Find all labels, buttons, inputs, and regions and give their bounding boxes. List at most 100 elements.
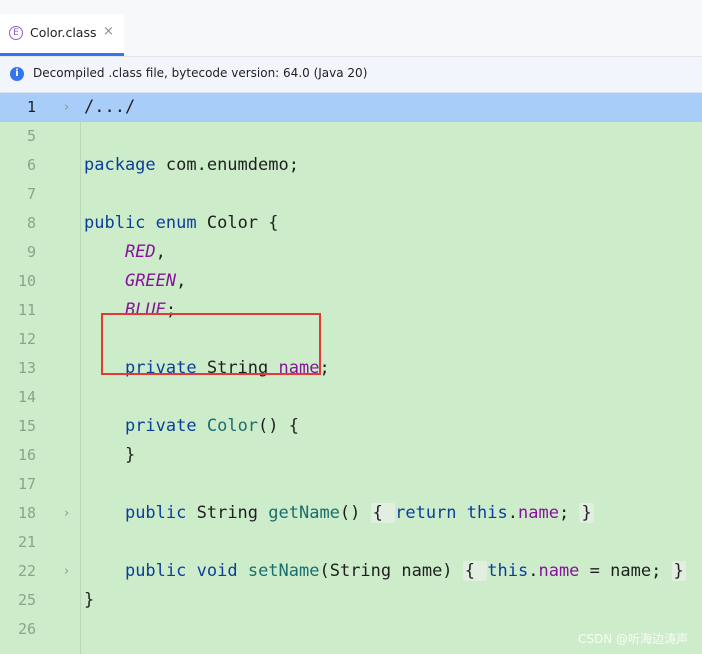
code-token: void [196,561,238,581]
fold-chevron-icon[interactable]: › [64,499,78,528]
watermark: CSDN @听海边涛声 [578,632,689,646]
code-text: RED, [84,238,166,267]
code-token: { [462,561,488,581]
line-number: 22 [17,562,36,580]
code-token: . [507,503,518,523]
code-token: name [538,561,580,581]
code-line[interactable]: 5 [0,122,702,151]
code-line[interactable]: 6 package com.enumdemo; [0,151,702,180]
code-token: setName [247,561,320,581]
code-token: com.enumdemo; [155,155,299,175]
code-token: { [370,503,396,523]
line-number: 6 [26,156,36,174]
code-line[interactable]: 21 [0,528,702,557]
code-token: enum [155,213,197,233]
fold-chevron-icon[interactable]: › [64,93,78,122]
code-line[interactable]: 17 [0,470,702,499]
code-token: name [518,503,559,523]
line-number: 15 [17,417,36,435]
code-line[interactable]: 9 RED, [0,238,702,267]
code-line[interactable]: 7 [0,180,702,209]
line-number: 8 [26,214,36,232]
code-token: String [186,503,269,523]
close-icon[interactable]: × [103,24,114,39]
code-token: , [155,242,166,262]
code-token: = name; [579,561,672,581]
code-token: } [671,561,686,581]
code-token: this [466,503,508,523]
code-token: . [528,561,539,581]
code-token: ; [558,503,580,523]
decompiled-banner: i Decompiled .class file, bytecode versi… [0,57,702,93]
fold-chevron-icon[interactable]: › [64,557,78,586]
code-token: /.../ [84,97,136,117]
enum-icon: E [9,26,23,40]
code-line[interactable]: 16 } [0,441,702,470]
code-line[interactable]: 1 › /.../ [0,93,702,122]
code-token: , [176,271,187,291]
code-text: /.../ [84,93,135,122]
code-token: GREEN [124,271,177,291]
tab-color-class[interactable]: E Color.class × [0,14,124,56]
line-number: 16 [17,446,36,464]
code-line[interactable]: 22 › public void setName(String name) { t… [0,557,702,586]
code-line[interactable]: 8 public enum Color { [0,209,702,238]
line-number: 11 [17,301,36,319]
code-text: } [84,586,94,615]
line-number: 25 [17,591,36,609]
line-number: 10 [17,272,36,290]
code-token: private [124,416,197,436]
code-line[interactable]: 25} [0,586,702,615]
code-token: RED [124,242,156,262]
line-number: 12 [17,330,36,348]
code-token: package [84,155,156,175]
line-number: 17 [17,475,36,493]
line-number: 1 [26,98,36,116]
code-token: public [84,213,146,233]
code-token: () { [258,416,299,436]
code-token: } [84,445,136,465]
line-number: 7 [26,185,36,203]
line-number: 26 [17,620,36,638]
code-line[interactable]: 18 › public String getName() { return thi… [0,499,702,528]
info-icon: i [10,67,24,81]
highlight-box-constructor [101,313,321,375]
line-number: 5 [26,127,36,145]
code-text: public void setName(String name) { this.… [84,557,686,586]
code-token: () [339,503,371,523]
line-number: 13 [17,359,36,377]
banner-text: Decompiled .class file, bytecode version… [33,66,368,80]
code-text: } [84,441,135,470]
code-line[interactable]: 14 [0,383,702,412]
code-text: public enum Color { [84,209,279,238]
line-number: 18 [17,504,36,522]
line-number: 9 [26,243,36,261]
code-token: } [84,590,95,610]
tab-label: Color.class [30,25,97,40]
code-token: return [395,503,457,523]
code-token: } [579,503,594,523]
code-line[interactable]: 10 GREEN, [0,267,702,296]
code-token: getName [268,503,340,523]
code-token: Color { [196,213,279,233]
code-text: package com.enumdemo; [84,151,299,180]
code-token: this [487,561,529,581]
code-token: public [124,503,187,523]
code-line[interactable]: 15 private Color() { [0,412,702,441]
line-number: 21 [17,533,36,551]
code-token: Color [206,416,259,436]
code-text: GREEN, [84,267,186,296]
code-text: public String getName() { return this.na… [84,499,594,528]
line-number: 14 [17,388,36,406]
code-token: (String name) [319,561,463,581]
code-text: private Color() { [84,412,299,441]
